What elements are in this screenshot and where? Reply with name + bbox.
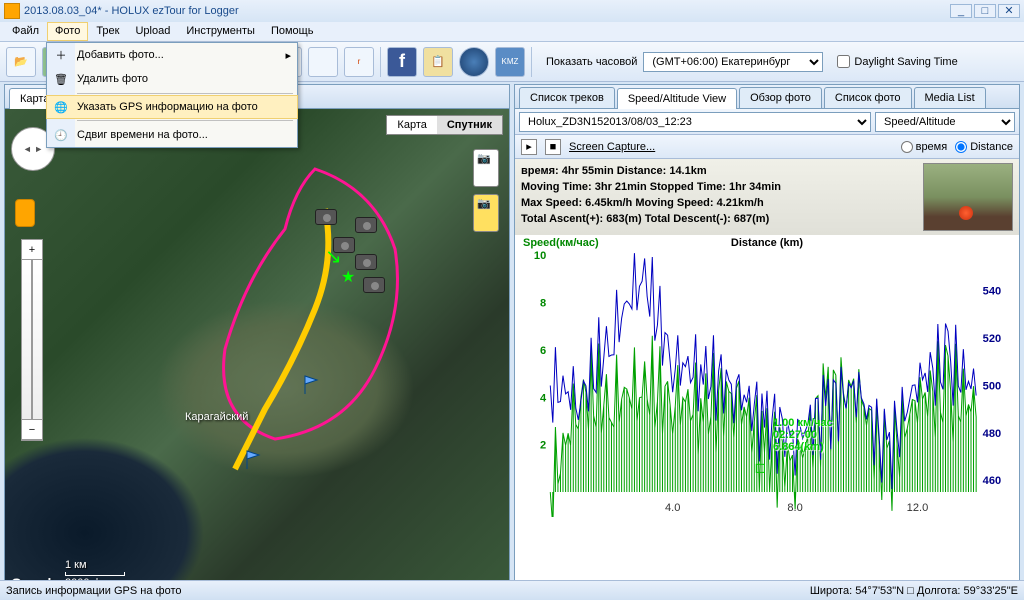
svg-text:500: 500 bbox=[983, 380, 1001, 392]
menu-upload[interactable]: Upload bbox=[127, 22, 178, 41]
camera-icon[interactable] bbox=[315, 209, 337, 225]
status-coords: Широта: 54°7'53"N □ Долгота: 59°33'25"E bbox=[810, 585, 1018, 597]
radio-time[interactable]: время bbox=[901, 141, 948, 153]
place-label: Карагайский bbox=[185, 411, 248, 423]
globe-pin-icon: 🌐 bbox=[51, 97, 71, 117]
zoom-out-button[interactable]: − bbox=[22, 420, 42, 440]
tab-photo-review[interactable]: Обзор фото bbox=[739, 87, 822, 108]
menu-track[interactable]: Трек bbox=[88, 22, 127, 41]
star-marker-icon: ★ bbox=[341, 267, 357, 283]
pegman-icon[interactable] bbox=[15, 199, 35, 227]
svg-text:2: 2 bbox=[540, 440, 546, 452]
chart-svg: 2468104604805005205404.08.012.0 bbox=[515, 235, 1019, 517]
tool-eztour-button[interactable]: r bbox=[344, 47, 374, 77]
camera-icon[interactable] bbox=[355, 254, 377, 270]
close-button[interactable]: ✕ bbox=[998, 4, 1020, 18]
svg-text:460: 460 bbox=[983, 475, 1001, 487]
flag-icon[interactable] bbox=[245, 449, 265, 469]
svg-text:520: 520 bbox=[983, 333, 1001, 345]
app-icon bbox=[4, 3, 20, 19]
svg-text:480: 480 bbox=[983, 428, 1001, 440]
stats-moving-stopped: Moving Time: 3hr 21min Stopped Time: 1hr… bbox=[521, 179, 923, 195]
maptype-switcher: Карта Спутник bbox=[386, 115, 503, 135]
zoom-slider[interactable] bbox=[22, 260, 42, 420]
menubar: Файл Фото Трек Upload Инструменты Помощь bbox=[0, 22, 1024, 42]
stats-panel: время: 4hr 55min Distance: 14.1km Moving… bbox=[515, 159, 1019, 235]
svg-text:10: 10 bbox=[534, 250, 546, 262]
titlebar: 2013.08.03_04* - HOLUX ezTour for Logger… bbox=[0, 0, 1024, 22]
mode-select[interactable]: Speed/Altitude bbox=[875, 112, 1015, 132]
zoom-control[interactable]: + − bbox=[21, 239, 43, 441]
delete-icon: 🗑 bbox=[51, 69, 71, 89]
svg-text:6: 6 bbox=[540, 345, 546, 357]
menu-delete-photo[interactable]: 🗑 Удалить фото bbox=[47, 67, 297, 91]
menu-set-gps-info[interactable]: 🌐 Указать GPS информацию на фото bbox=[46, 95, 298, 119]
google-earth-button[interactable] bbox=[459, 47, 489, 77]
tz-label: Показать часовой bbox=[546, 56, 637, 68]
plus-icon: ＋ bbox=[51, 45, 71, 65]
chart[interactable]: Speed(км/час) Distance (km) 246810460480… bbox=[515, 235, 1019, 581]
kmz-button[interactable]: KMZ bbox=[495, 47, 525, 77]
screen-capture-link[interactable]: Screen Capture... bbox=[569, 141, 655, 153]
map[interactable]: + − Карта Спутник ↘ ★ Карагайский Google… bbox=[5, 109, 509, 597]
dst-checkbox-input[interactable] bbox=[837, 55, 850, 68]
open-button[interactable]: 📂 bbox=[6, 47, 36, 77]
svg-text:12.0: 12.0 bbox=[907, 502, 929, 514]
minimize-button[interactable]: _ bbox=[950, 4, 972, 18]
tab-speed-altitude[interactable]: Speed/Altitude View bbox=[617, 88, 737, 109]
track-select[interactable]: Holux_ZD3N152013/08/03_12:23 bbox=[519, 112, 871, 132]
menu-photo[interactable]: Фото bbox=[47, 22, 88, 41]
menu-add-photo[interactable]: ＋ Добавить фото... ▸ bbox=[47, 43, 297, 67]
svg-text:8: 8 bbox=[540, 298, 546, 310]
stop-button[interactable]: ■ bbox=[545, 139, 561, 155]
status-left: Запись информации GPS на фото bbox=[6, 585, 810, 597]
radio-distance[interactable]: Distance bbox=[955, 141, 1013, 153]
svg-text:540: 540 bbox=[983, 286, 1001, 298]
photo-menu-dropdown: ＋ Добавить фото... ▸ 🗑 Удалить фото 🌐 Ук… bbox=[46, 42, 298, 148]
flag-icon[interactable] bbox=[303, 374, 323, 394]
camera-icon[interactable] bbox=[363, 277, 385, 293]
maptype-map[interactable]: Карта bbox=[387, 116, 436, 134]
track-thumbnail[interactable] bbox=[923, 163, 1013, 231]
stats-speed: Max Speed: 6.45km/h Moving Speed: 4.21km… bbox=[521, 195, 923, 211]
arrow-marker-icon: ↘ bbox=[325, 244, 342, 269]
svg-text:4.0: 4.0 bbox=[665, 502, 680, 514]
maximize-button[interactable]: □ bbox=[974, 4, 996, 18]
right-panel: Список треков Speed/Altitude View Обзор … bbox=[514, 84, 1020, 598]
chart-tooltip: 1.00 км/час 02:27:00 6.864(km) bbox=[773, 417, 833, 453]
export-button[interactable]: 📋 bbox=[423, 47, 453, 77]
stats-ascent-descent: Total Ascent(+): 683(m) Total Descent(-)… bbox=[521, 211, 923, 227]
camera-icon[interactable] bbox=[355, 217, 377, 233]
svg-text:4: 4 bbox=[540, 392, 547, 404]
dst-checkbox[interactable]: Daylight Saving Time bbox=[837, 55, 957, 68]
clock-icon: 🕘 bbox=[51, 125, 71, 145]
statusbar: Запись информации GPS на фото Широта: 54… bbox=[0, 580, 1024, 600]
menu-file[interactable]: Файл bbox=[4, 22, 47, 41]
map-panel: Карта + − Карта Спутник ↘ bbox=[4, 84, 510, 598]
tz-select[interactable]: (GMT+06:00) Екатеринбург bbox=[643, 52, 823, 72]
facebook-button[interactable]: f bbox=[387, 47, 417, 77]
menu-time-shift[interactable]: 🕘 Сдвиг времени на фото... bbox=[47, 123, 297, 147]
movie-marker-icon[interactable] bbox=[473, 149, 499, 187]
play-button[interactable]: ▸ bbox=[521, 139, 537, 155]
menu-help[interactable]: Помощь bbox=[263, 22, 322, 41]
window-title: 2013.08.03_04* - HOLUX ezTour for Logger bbox=[24, 5, 950, 17]
photo-marker-icon[interactable] bbox=[473, 194, 499, 232]
tab-tracklist[interactable]: Список треков bbox=[519, 87, 615, 108]
tab-media-list[interactable]: Media List bbox=[914, 87, 986, 108]
submenu-arrow-icon: ▸ bbox=[285, 49, 291, 62]
menu-tools[interactable]: Инструменты bbox=[178, 22, 263, 41]
tool9-button[interactable] bbox=[308, 47, 338, 77]
zoom-in-button[interactable]: + bbox=[22, 240, 42, 260]
stats-time-distance: время: 4hr 55min Distance: 14.1km bbox=[521, 163, 923, 179]
maptype-sat[interactable]: Спутник bbox=[437, 116, 502, 134]
tab-photo-list[interactable]: Список фото bbox=[824, 87, 912, 108]
